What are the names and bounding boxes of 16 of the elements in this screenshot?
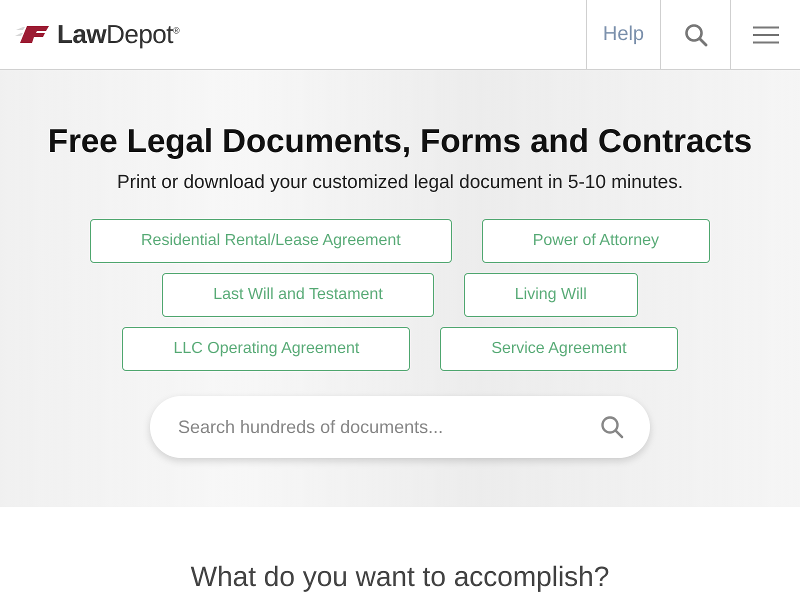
document-link[interactable]: Residential Rental/Lease Agreement: [90, 219, 452, 263]
page-title: Free Legal Documents, Forms and Contracts: [48, 122, 752, 160]
page-subtitle: Print or download your customized legal document in 5-10 minutes.: [116, 172, 684, 194]
menu-icon: [752, 26, 778, 44]
search-bar[interactable]: Search hundreds of documents...: [150, 396, 650, 458]
search-icon[interactable]: [600, 415, 624, 439]
search-icon: [684, 22, 708, 46]
document-link[interactable]: Living Will: [464, 273, 638, 317]
logo-icon: [15, 26, 49, 44]
search-field[interactable]: Search hundreds of documents...: [176, 416, 600, 438]
document-link[interactable]: Last Will and Testament: [162, 273, 434, 317]
document-link[interactable]: Service Agreement: [440, 327, 678, 371]
logo-wordmark[interactable]: LawDepot$^{®}$: [57, 19, 180, 50]
document-link[interactable]: Power of Attorney: [482, 219, 710, 263]
section-heading: What do you want to accomplish?: [190, 561, 610, 593]
document-link[interactable]: LLC Operating Agreement: [122, 327, 410, 371]
